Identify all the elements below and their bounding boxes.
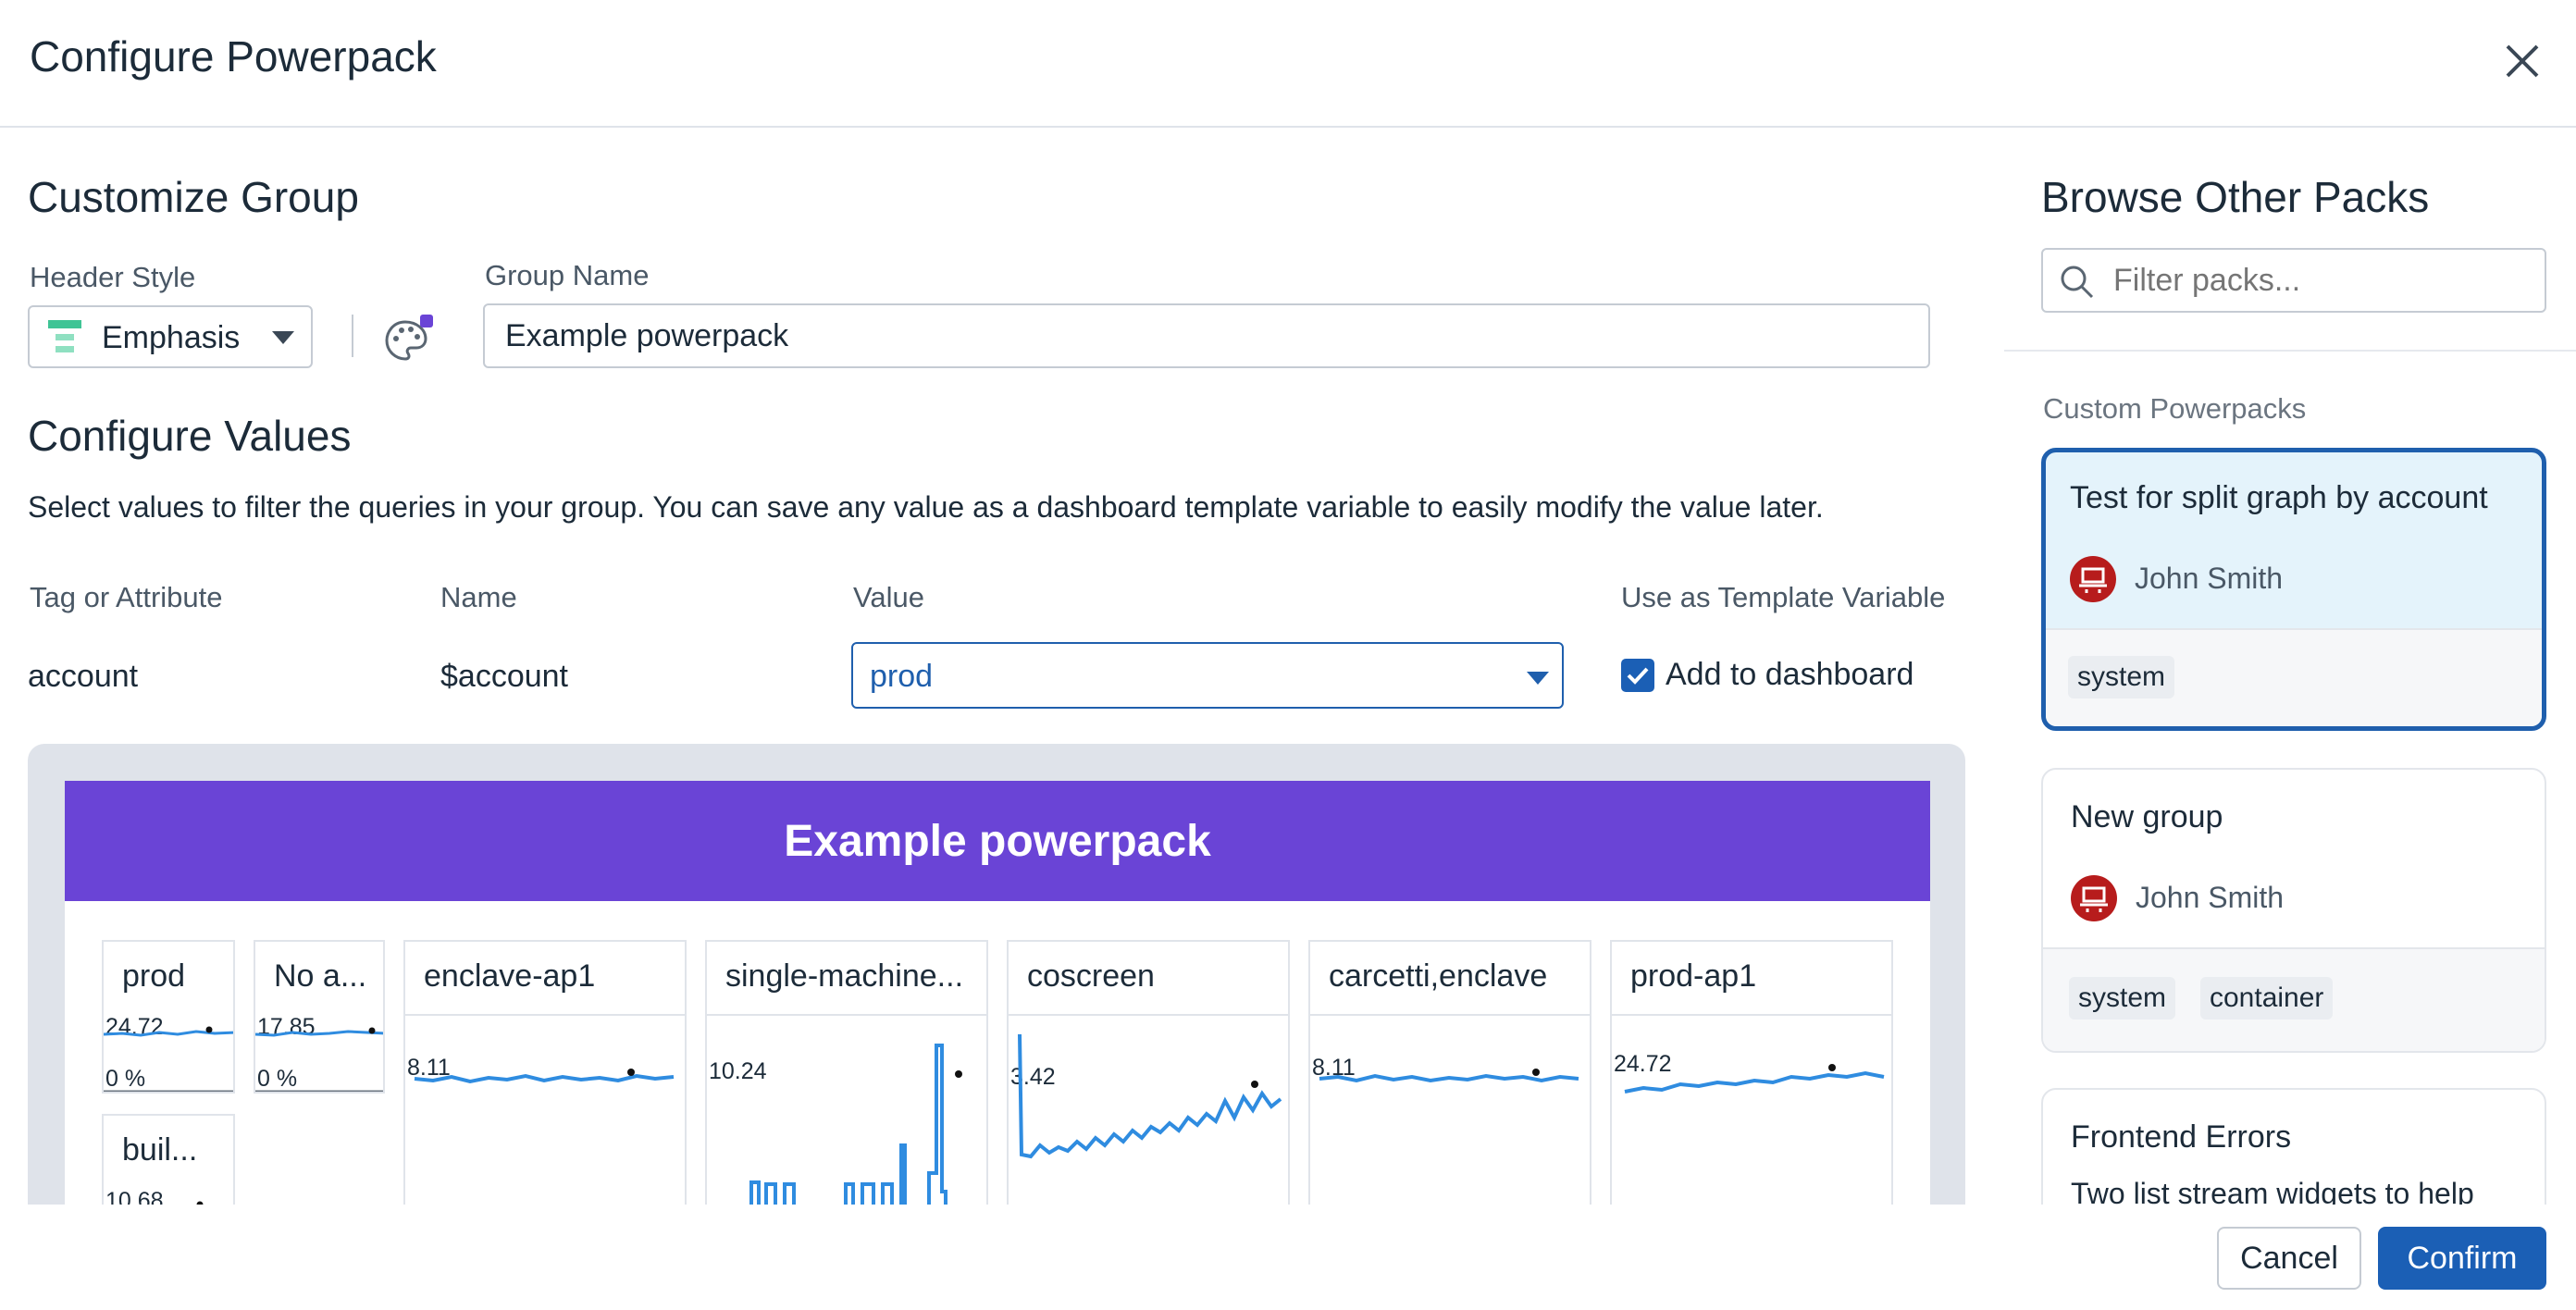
divider	[352, 315, 353, 357]
cancel-button[interactable]: Cancel	[2217, 1227, 2361, 1290]
browse-heading: Browse Other Packs	[2041, 173, 2430, 221]
template-checkbox-label: Add to dashboard	[1666, 657, 1914, 692]
custom-powerpacks-label: Custom Powerpacks	[2043, 392, 2307, 425]
widget-sub: 0 %	[257, 1066, 298, 1092]
column-header-template: Use as Template Variable	[1621, 581, 1946, 613]
chevron-down-icon	[272, 331, 294, 344]
confirm-button[interactable]: Confirm	[2378, 1227, 2546, 1290]
pack-tag: system	[2068, 656, 2175, 698]
group-banner: Example powerpack	[65, 781, 1930, 901]
column-header-tag: Tag or Attribute	[30, 581, 223, 613]
widget-no-account[interactable]: No a... 17.85 0 %	[254, 940, 385, 1094]
customize-group-heading: Customize Group	[28, 173, 359, 221]
chevron-down-icon	[1527, 672, 1549, 685]
filter-packs-input[interactable]	[2113, 255, 2530, 305]
robot-avatar-icon	[2079, 567, 2107, 593]
pack-card[interactable]: Test for split graph by account John Smi…	[2041, 448, 2546, 731]
pack-tag: system	[2069, 977, 2176, 1020]
pack-card[interactable]: New group John Smith system container	[2041, 768, 2546, 1053]
value-select-text: prod	[870, 659, 934, 694]
name-value: $account	[440, 659, 568, 694]
header-style-select[interactable]: Emphasis	[28, 305, 313, 368]
pack-author: John Smith	[2136, 881, 2285, 914]
avatar	[2071, 875, 2117, 921]
header-style-value: Emphasis	[102, 320, 241, 355]
configure-values-heading: Configure Values	[28, 412, 352, 460]
pack-tag: container	[2200, 977, 2334, 1020]
palette-button[interactable]	[381, 315, 433, 366]
configure-description: Select values to filter the queries in y…	[28, 490, 1824, 524]
widget-sub: 0 %	[105, 1066, 146, 1092]
header-style-label: Header Style	[30, 261, 196, 293]
group-name-input[interactable]	[483, 303, 1930, 368]
pack-author: John Smith	[2135, 562, 2284, 595]
tag-value: account	[28, 659, 139, 694]
pack-title: New group	[2071, 799, 2223, 834]
close-icon[interactable]	[2498, 37, 2546, 85]
emphasis-style-icon	[48, 320, 81, 352]
column-header-name: Name	[440, 581, 517, 613]
checkmark-icon	[1627, 667, 1649, 685]
robot-avatar-icon	[2080, 886, 2108, 912]
pack-title: Test for split graph by account	[2070, 480, 2488, 515]
avatar	[2070, 556, 2116, 602]
palette-icon	[385, 315, 433, 361]
column-header-value: Value	[853, 581, 924, 613]
modal-header: Configure Powerpack	[0, 0, 2576, 128]
modal-footer: Cancel Confirm	[0, 1205, 2576, 1310]
group-name-label: Group Name	[485, 259, 650, 291]
modal-title: Configure Powerpack	[30, 32, 437, 80]
filter-packs-field[interactable]	[2041, 248, 2546, 313]
search-icon	[2061, 266, 2094, 299]
template-variable-checkbox[interactable]	[1621, 659, 1654, 692]
widget-prod[interactable]: prod 24.72 0 %	[102, 940, 235, 1094]
value-select[interactable]: prod	[851, 642, 1564, 709]
pack-title: Frontend Errors	[2071, 1119, 2292, 1155]
